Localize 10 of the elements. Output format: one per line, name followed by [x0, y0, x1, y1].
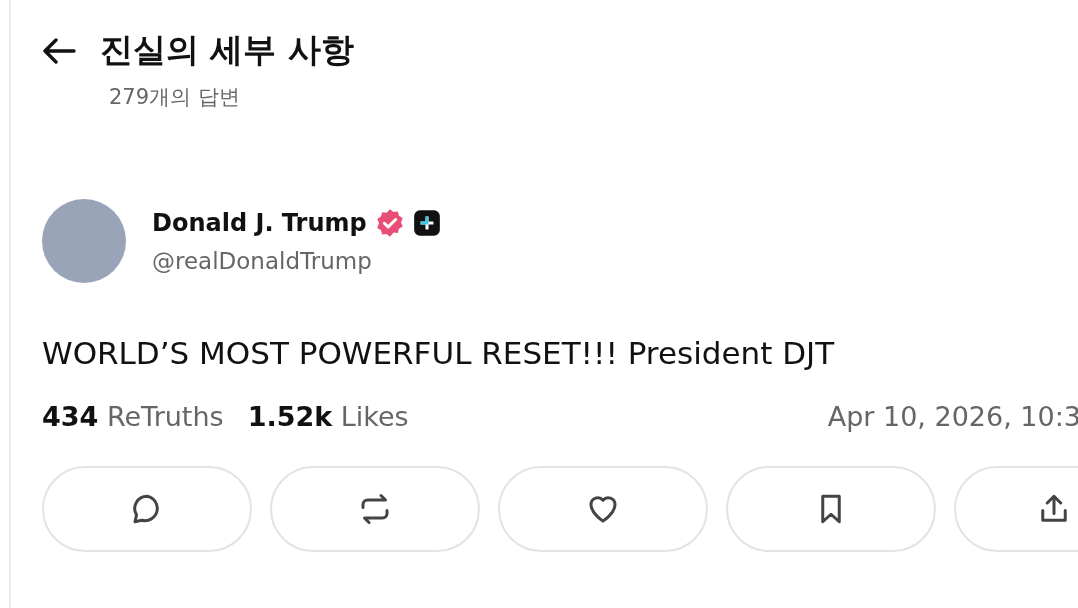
- stat-count[interactable]: 434 ReTruths: [42, 401, 224, 432]
- author-name[interactable]: Donald J. Trump: [152, 209, 367, 237]
- plus-badge-icon: [412, 209, 441, 237]
- post-timestamp: Apr 10, 2026, 10:3: [827, 401, 1078, 432]
- reply-count: 279개의 답변: [109, 84, 241, 111]
- author-handle[interactable]: @realDonaldTrump: [152, 248, 441, 274]
- back-arrow-icon[interactable]: [42, 37, 76, 64]
- post-text: WORLD’S MOST POWERFUL RESET!!! President DJT: [42, 335, 836, 371]
- stat-count[interactable]: 1.52k Likes: [247, 401, 409, 432]
- page-title: 진실의 세부 사항: [100, 29, 354, 71]
